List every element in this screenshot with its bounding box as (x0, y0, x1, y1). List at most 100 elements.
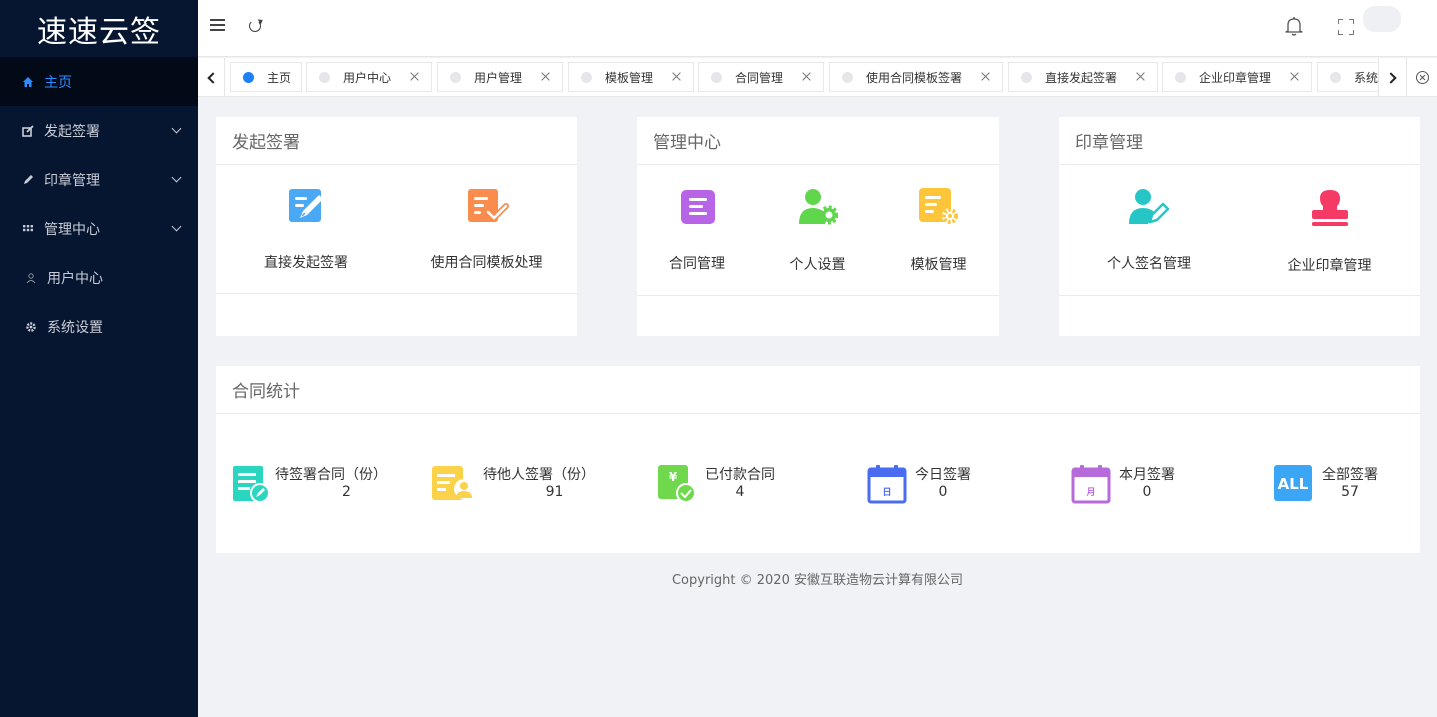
tab-template-sign[interactable]: 使用合同模板签署 (829, 62, 1003, 92)
tab-system[interactable]: 系统 (1317, 62, 1378, 92)
sidebar-item-label: 主页 (44, 74, 72, 91)
tab-home[interactable]: 主页 (230, 62, 302, 92)
app-logo[interactable]: 速速云签 (0, 0, 198, 57)
close-tabs-button[interactable] (1406, 58, 1437, 96)
tab-user-management[interactable]: 用户管理 (437, 62, 563, 92)
user-gear-icon (798, 188, 839, 228)
stat-today-signed[interactable]: 日 今日签署 0 (867, 464, 1027, 504)
edit-icon (22, 124, 34, 137)
tab-status-dot (711, 71, 722, 83)
tab-scroll-right-button[interactable] (1378, 58, 1405, 96)
chevron-down-icon (171, 221, 182, 232)
chevron-down-icon (171, 172, 182, 183)
shortcut-contract-management[interactable]: 合同管理 (637, 166, 757, 295)
shortcut-label: 合同管理 (669, 256, 725, 272)
footer-copyright: Copyright © 2020 安徽互联造物云计算有限公司 (671, 573, 963, 588)
stat-all-signed[interactable]: ALL 全部签署 57 (1274, 464, 1414, 504)
user-icon (25, 272, 37, 284)
pen-icon (22, 174, 34, 186)
tab-label: 主页 (267, 70, 292, 85)
tab-user-center[interactable]: 用户中心 (306, 62, 432, 92)
stat-label: 已付款合同 (705, 467, 775, 483)
template-check-icon (466, 186, 509, 226)
refresh-icon[interactable] (249, 20, 261, 32)
close-icon[interactable] (541, 72, 550, 81)
card-contract-stats: 合同统计 待签署合同（份） 2 待他人签署（份） 91 ¥ 已付款合同 4 日 … (216, 366, 1420, 553)
sidebar-item-label: 系统设置 (47, 319, 103, 336)
tab-label: 合同管理 (735, 70, 784, 85)
tab-label: 用户中心 (343, 70, 392, 85)
stat-pending-contracts[interactable]: 待签署合同（份） 2 (232, 464, 402, 504)
card-title: 印章管理 (1059, 117, 1420, 165)
tab-label: 系统 (1354, 70, 1378, 85)
shortcut-personal-settings[interactable]: 个人设置 (757, 166, 878, 295)
tab-label: 企业印章管理 (1199, 70, 1272, 85)
tab-list: 主页 用户中心 用户管理 模板管理 合同管理 使用合同模板签署 直接发起签署 企… (225, 58, 1378, 96)
tab-direct-sign[interactable]: 直接发起签署 (1008, 62, 1158, 92)
svg-text:月: 月 (1085, 487, 1095, 498)
bell-icon[interactable] (1285, 16, 1303, 36)
shortcut-label: 直接发起签署 (264, 255, 348, 271)
close-icon[interactable] (1290, 72, 1299, 81)
tab-status-dot (1021, 71, 1032, 83)
close-icon[interactable] (802, 72, 811, 81)
all-icon: ALL (1274, 464, 1314, 504)
svg-text:¥: ¥ (669, 470, 678, 484)
tab-status-dot (581, 71, 592, 83)
contract-icon (678, 188, 718, 228)
shortcut-direct-sign[interactable]: 直接发起签署 (216, 166, 396, 293)
tab-template-management[interactable]: 模板管理 (568, 62, 694, 92)
template-gear-icon (918, 187, 958, 227)
shortcut-personal-signature[interactable]: 个人签名管理 (1059, 166, 1239, 295)
card-title: 发起签署 (216, 117, 577, 165)
stat-paid-contracts[interactable]: ¥ 已付款合同 4 (657, 464, 817, 504)
sidebar-item-home[interactable]: 主页 (0, 57, 198, 106)
sidebar-item-seal[interactable]: 印章管理 (0, 155, 198, 204)
calendar-day-icon: 日 (867, 464, 907, 504)
tab-enterprise-seal[interactable]: 企业印章管理 (1162, 62, 1312, 92)
card-title: 合同统计 (216, 366, 1420, 414)
close-icon[interactable] (672, 72, 681, 81)
avatar[interactable] (1363, 6, 1401, 32)
close-circle-icon (1415, 71, 1429, 84)
stat-waiting-others[interactable]: 待他人签署（份） 91 (431, 464, 601, 504)
pending-contract-icon (232, 464, 272, 504)
stat-label: 全部签署 (1322, 467, 1378, 483)
sidebar-item-settings[interactable]: 系统设置 (0, 302, 198, 351)
tab-contract-management[interactable]: 合同管理 (698, 62, 824, 92)
tab-status-dot (243, 71, 254, 83)
stat-value: 0 (1142, 484, 1152, 500)
tab-status-dot (842, 71, 853, 83)
tab-status-dot (319, 71, 330, 83)
sidebar-item-initiate-sign[interactable]: 发起签署 (0, 106, 198, 155)
tab-scroll-left-button[interactable] (198, 58, 225, 96)
fullscreen-icon[interactable] (1338, 19, 1354, 35)
shortcut-label: 企业印章管理 (1287, 258, 1372, 274)
menu-toggle-icon[interactable] (210, 19, 225, 31)
shortcut-template-management[interactable]: 模板管理 (878, 166, 999, 295)
tab-bar: 主页 用户中心 用户管理 模板管理 合同管理 使用合同模板签署 直接发起签署 企… (198, 58, 1437, 97)
chevron-down-icon (171, 123, 182, 134)
shortcut-template-process[interactable]: 使用合同模板处理 (396, 166, 577, 293)
close-icon[interactable] (1136, 72, 1145, 81)
close-icon[interactable] (981, 72, 990, 81)
card-initiate-sign: 发起签署 直接发起签署 使用合同模板处理 (216, 117, 577, 336)
stat-label: 待他人签署（份） (483, 467, 595, 483)
stat-label: 待签署合同（份） (275, 467, 387, 483)
sidebar-item-label: 管理中心 (44, 221, 100, 238)
close-icon[interactable] (410, 72, 419, 81)
stat-value: 57 (1341, 484, 1359, 500)
sidebar-item-manage[interactable]: 管理中心 (0, 204, 198, 253)
stat-value: 4 (735, 484, 745, 500)
stat-label: 本月签署 (1119, 467, 1175, 483)
shortcut-row: 个人签名管理 企业印章管理 (1059, 166, 1420, 296)
sidebar-item-user-center[interactable]: 用户中心 (0, 253, 198, 302)
gear-icon (25, 321, 37, 333)
shortcut-label: 使用合同模板处理 (430, 255, 543, 271)
stat-value: 0 (938, 484, 948, 500)
tab-status-dot (450, 71, 461, 83)
sidebar-item-label: 用户中心 (47, 270, 103, 287)
stat-month-signed[interactable]: 月 本月签署 0 (1071, 464, 1231, 504)
shortcut-enterprise-seal[interactable]: 企业印章管理 (1239, 166, 1420, 295)
shortcut-label: 个人签名管理 (1107, 256, 1191, 272)
